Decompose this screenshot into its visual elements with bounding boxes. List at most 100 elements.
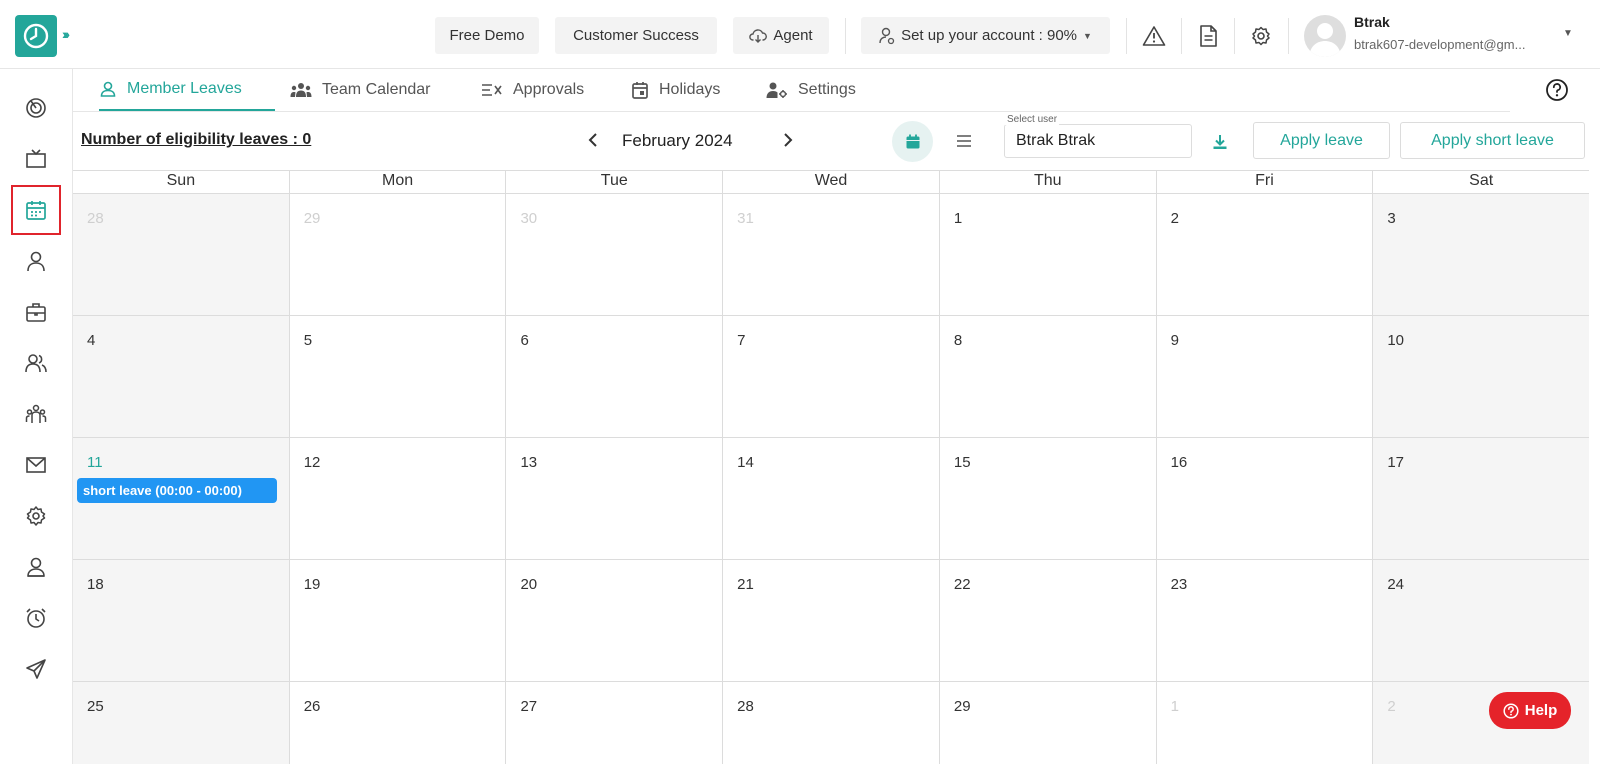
day-name-header: Fri bbox=[1157, 171, 1374, 193]
calendar-day-cell[interactable]: 13 bbox=[506, 438, 724, 559]
user-name[interactable]: Btrak bbox=[1354, 14, 1390, 30]
day-number: 28 bbox=[737, 698, 754, 715]
expand-sidebar-icon[interactable]: ››› bbox=[62, 26, 70, 42]
calendar-day-cell[interactable]: 4 bbox=[73, 316, 290, 437]
sidebar-briefcase-icon[interactable] bbox=[24, 300, 48, 324]
sidebar-people-icon[interactable] bbox=[24, 351, 48, 375]
team-icon bbox=[290, 83, 312, 97]
agent-button[interactable]: Agent bbox=[733, 17, 829, 54]
day-number: 31 bbox=[737, 210, 754, 227]
calendar-day-cell[interactable]: 17 bbox=[1373, 438, 1590, 559]
day-number: 19 bbox=[303, 576, 321, 593]
help-circle-icon bbox=[1503, 702, 1519, 719]
sidebar-tv-icon[interactable] bbox=[24, 147, 48, 171]
setup-account-dropdown[interactable]: Set up your account : 90% ▼ bbox=[861, 17, 1110, 54]
free-demo-button[interactable]: Free Demo bbox=[435, 17, 539, 54]
download-icon[interactable] bbox=[1210, 132, 1230, 152]
warning-icon[interactable] bbox=[1140, 22, 1168, 50]
sidebar-user-icon[interactable] bbox=[24, 249, 48, 273]
tab-holidays-label: Holidays bbox=[659, 81, 721, 98]
leave-event[interactable]: short leave (00:00 - 00:00) bbox=[77, 478, 277, 503]
calendar-day-cell[interactable]: 29 bbox=[939, 682, 1157, 764]
sidebar-leaves-calendar-icon[interactable] bbox=[11, 185, 61, 235]
day-number: 30 bbox=[520, 210, 538, 227]
apply-short-leave-button[interactable]: Apply short leave bbox=[1400, 122, 1585, 159]
calendar-day-cell[interactable]: 7 bbox=[723, 316, 940, 437]
settings-gear-icon[interactable] bbox=[1247, 22, 1275, 50]
customer-success-label: Customer Success bbox=[573, 27, 699, 44]
calendar-day-cell[interactable]: 1 bbox=[939, 194, 1157, 315]
sidebar-profile-badge-icon[interactable] bbox=[24, 555, 48, 579]
left-sidebar bbox=[0, 69, 73, 764]
help-button[interactable]: Help bbox=[1489, 692, 1571, 729]
help-question-icon[interactable] bbox=[1545, 78, 1569, 107]
calendar-day-cell[interactable]: 1 bbox=[1156, 682, 1374, 764]
approvals-icon bbox=[482, 84, 502, 96]
calendar-day-cell[interactable]: 30 bbox=[506, 194, 724, 315]
tab-member-leaves[interactable]: Member Leaves bbox=[99, 69, 275, 111]
calendar-day-cell[interactable]: 19 bbox=[289, 560, 507, 681]
apply-leave-button[interactable]: Apply leave bbox=[1253, 122, 1390, 159]
day-number: 2 bbox=[1170, 210, 1179, 227]
sidebar-alarm-icon[interactable] bbox=[24, 606, 48, 630]
user-menu-caret-icon[interactable]: ▼ bbox=[1563, 28, 1573, 39]
prev-month-chevron-icon[interactable] bbox=[581, 128, 605, 152]
calendar-day-cell[interactable]: 27 bbox=[506, 682, 724, 764]
calendar-day-cell[interactable]: 18 bbox=[73, 560, 290, 681]
calendar-day-cell[interactable]: 22 bbox=[939, 560, 1157, 681]
sidebar-team-icon[interactable] bbox=[24, 402, 48, 426]
calendar-week-row: 18 19 20 21 22 23 24 bbox=[73, 560, 1590, 682]
calendar-day-cell[interactable]: 28 bbox=[723, 682, 940, 764]
sidebar-send-icon[interactable] bbox=[24, 657, 48, 681]
tab-holidays[interactable]: Holidays bbox=[631, 69, 720, 111]
select-user-value[interactable]: Btrak Btrak bbox=[1016, 132, 1095, 150]
sidebar-dashboard-icon[interactable] bbox=[24, 96, 48, 120]
app-logo-icon[interactable] bbox=[15, 15, 57, 57]
calendar-day-cell[interactable]: 6 bbox=[506, 316, 724, 437]
tab-settings[interactable]: Settings bbox=[766, 69, 856, 111]
calendar-week-row: 4 5 6 7 8 9 10 bbox=[73, 316, 1590, 438]
calendar-day-cell[interactable]: 24 bbox=[1373, 560, 1590, 681]
calendar-day-cell[interactable]: 15 bbox=[939, 438, 1157, 559]
document-icon[interactable] bbox=[1194, 22, 1222, 50]
day-name-header: Sat bbox=[1469, 172, 1494, 189]
customer-success-button[interactable]: Customer Success bbox=[555, 17, 717, 54]
calendar-day-cell[interactable]: 10 bbox=[1373, 316, 1590, 437]
calendar-day-cell[interactable]: 28 bbox=[73, 194, 290, 315]
apply-leave-label: Apply leave bbox=[1280, 131, 1363, 149]
calendar-day-cell[interactable]: 2 bbox=[1156, 194, 1374, 315]
next-month-chevron-icon[interactable] bbox=[776, 128, 800, 152]
calendar-day-cell[interactable]: 12 bbox=[289, 438, 507, 559]
calendar-day-cell[interactable]: 8 bbox=[939, 316, 1157, 437]
caret-down-icon: ▼ bbox=[1083, 30, 1092, 41]
calendar-day-cell[interactable]: 20 bbox=[506, 560, 724, 681]
calendar-day-cell[interactable]: 3 bbox=[1373, 194, 1590, 315]
calendar-day-cell[interactable]: 16 bbox=[1156, 438, 1374, 559]
divider bbox=[1126, 18, 1127, 54]
tab-approvals[interactable]: Approvals bbox=[481, 69, 584, 111]
calendar-day-cell[interactable]: 11 short leave (00:00 - 00:00) bbox=[73, 438, 290, 559]
divider bbox=[845, 18, 846, 54]
calendar-day-cell[interactable]: 25 bbox=[73, 682, 290, 764]
day-number: 27 bbox=[520, 698, 538, 715]
calendar-day-cell[interactable]: 31 bbox=[723, 194, 940, 315]
member-icon bbox=[100, 81, 116, 97]
calendar-day-cell[interactable]: 21 bbox=[723, 560, 940, 681]
sidebar-settings-icon[interactable] bbox=[24, 504, 48, 528]
day-number: 21 bbox=[737, 576, 754, 593]
tab-team-calendar[interactable]: Team Calendar bbox=[290, 69, 431, 111]
calendar-day-cell[interactable]: 14 bbox=[723, 438, 940, 559]
calendar-view-button[interactable] bbox=[892, 121, 933, 162]
day-name-header: Wed bbox=[723, 171, 940, 193]
calendar-day-cell[interactable]: 9 bbox=[1156, 316, 1374, 437]
calendar-day-cell[interactable]: 5 bbox=[289, 316, 507, 437]
list-view-icon[interactable] bbox=[954, 131, 974, 151]
calendar-day-cell[interactable]: 23 bbox=[1156, 560, 1374, 681]
sidebar-mail-icon[interactable] bbox=[24, 453, 48, 477]
day-number: 14 bbox=[737, 454, 754, 471]
user-avatar[interactable] bbox=[1304, 15, 1346, 57]
calendar-day-cell[interactable]: 29 bbox=[289, 194, 507, 315]
day-number: 1 bbox=[1170, 698, 1179, 715]
eligibility-leaves-link[interactable]: Number of eligibility leaves : 0 bbox=[81, 131, 311, 149]
calendar-day-cell[interactable]: 26 bbox=[289, 682, 507, 764]
